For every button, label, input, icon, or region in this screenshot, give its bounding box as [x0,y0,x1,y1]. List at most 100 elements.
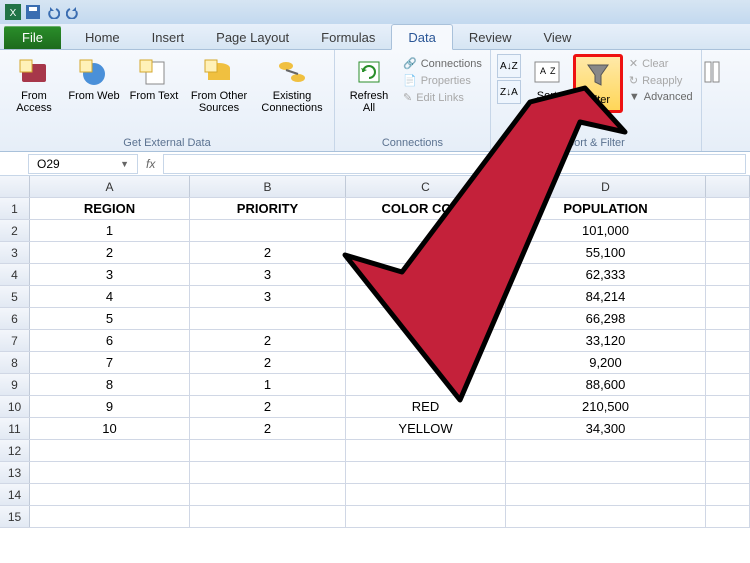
existing-connections-button[interactable]: Existing Connections [256,54,328,116]
cell[interactable]: 4 [30,286,190,307]
clear-button[interactable]: ✕Clear [627,56,695,71]
cell[interactable]: REGION [30,198,190,219]
row-header[interactable]: 7 [0,330,30,351]
cell[interactable] [190,462,346,483]
row-header[interactable]: 8 [0,352,30,373]
cell[interactable]: 2 [190,242,346,263]
cell[interactable] [346,440,506,461]
cell[interactable]: 9 [30,396,190,417]
cell[interactable] [506,462,706,483]
properties-button[interactable]: 📄Properties [401,73,484,88]
save-icon[interactable] [24,3,42,21]
cell[interactable] [346,330,506,351]
tab-insert[interactable]: Insert [136,25,201,49]
cell[interactable]: 210,500 [506,396,706,417]
cell[interactable] [706,198,750,219]
formula-input[interactable] [163,154,746,174]
cell[interactable]: 3 [190,264,346,285]
tab-home[interactable]: Home [69,25,136,49]
cell[interactable]: 2 [190,396,346,417]
cell[interactable] [30,484,190,505]
connections-button[interactable]: 🔗Connections [401,56,484,71]
row-header[interactable]: 6 [0,308,30,329]
cell[interactable] [706,286,750,307]
cell[interactable]: 34,300 [506,418,706,439]
row-header[interactable]: 11 [0,418,30,439]
cell[interactable] [706,330,750,351]
cell[interactable] [706,418,750,439]
row-header[interactable]: 4 [0,264,30,285]
cell[interactable]: 2 [190,330,346,351]
cell[interactable]: 7 [30,352,190,373]
from-text-button[interactable]: From Text [126,54,182,104]
from-access-button[interactable]: From Access [6,54,62,116]
cell[interactable] [706,352,750,373]
cell[interactable]: RED [346,396,506,417]
cell[interactable]: 3 [190,286,346,307]
sort-button[interactable]: AZ Sort [525,54,569,104]
cell[interactable] [706,308,750,329]
cell[interactable]: 5 [30,308,190,329]
cell[interactable]: 1 [30,220,190,241]
cell[interactable] [190,506,346,527]
cell[interactable] [346,264,506,285]
col-header-B[interactable]: B [190,176,346,197]
cell[interactable] [190,220,346,241]
cell[interactable]: 33,120 [506,330,706,351]
cell[interactable] [706,264,750,285]
cell[interactable] [346,484,506,505]
name-box[interactable]: O29 ▼ [28,154,138,174]
cell[interactable] [346,286,506,307]
cell[interactable]: 101,000 [506,220,706,241]
cell[interactable]: 55,100 [506,242,706,263]
cell[interactable] [706,396,750,417]
tab-data[interactable]: Data [391,24,452,50]
row-header[interactable]: 12 [0,440,30,461]
row-header[interactable]: 15 [0,506,30,527]
cell[interactable] [346,374,506,395]
cell[interactable] [190,484,346,505]
filter-button[interactable]: Filter [573,54,623,113]
cell[interactable] [506,440,706,461]
row-header[interactable]: 14 [0,484,30,505]
cell[interactable] [506,484,706,505]
text-to-columns-button[interactable] [708,54,730,90]
reapply-button[interactable]: ↻Reapply [627,73,695,88]
sort-asc-button[interactable]: A↓Z [497,54,521,78]
row-header[interactable]: 13 [0,462,30,483]
cell[interactable] [706,506,750,527]
row-header[interactable]: 9 [0,374,30,395]
cell[interactable] [346,220,506,241]
cell[interactable]: 84,214 [506,286,706,307]
chevron-down-icon[interactable]: ▼ [120,159,129,169]
row-header[interactable]: 5 [0,286,30,307]
tab-formulas[interactable]: Formulas [305,25,391,49]
cell[interactable] [706,220,750,241]
cell[interactable]: POPULATION [506,198,706,219]
cell[interactable]: 2 [30,242,190,263]
from-other-sources-button[interactable]: From Other Sources [186,54,252,116]
cell[interactable]: 62,333 [506,264,706,285]
cell[interactable]: PRIORITY [190,198,346,219]
cell[interactable] [706,374,750,395]
col-header-C[interactable]: C [346,176,506,197]
row-header[interactable]: 1 [0,198,30,219]
cell[interactable]: 2 [190,352,346,373]
row-header[interactable]: 10 [0,396,30,417]
advanced-button[interactable]: ▼Advanced [627,90,695,104]
cell[interactable]: 10 [30,418,190,439]
cell[interactable]: YELLOW [346,418,506,439]
cell[interactable] [706,462,750,483]
cell[interactable] [346,242,506,263]
cell[interactable]: 6 [30,330,190,351]
cell[interactable]: 3 [30,264,190,285]
cell[interactable]: 8 [30,374,190,395]
from-web-button[interactable]: From Web [66,54,122,104]
select-all-cell[interactable] [0,176,30,197]
col-header-A[interactable]: A [30,176,190,197]
cell[interactable]: 1 [190,374,346,395]
edit-links-button[interactable]: ✎Edit Links [401,90,484,105]
cell[interactable]: 9,200 [506,352,706,373]
fx-label[interactable]: fx [146,157,155,171]
cell[interactable] [190,440,346,461]
